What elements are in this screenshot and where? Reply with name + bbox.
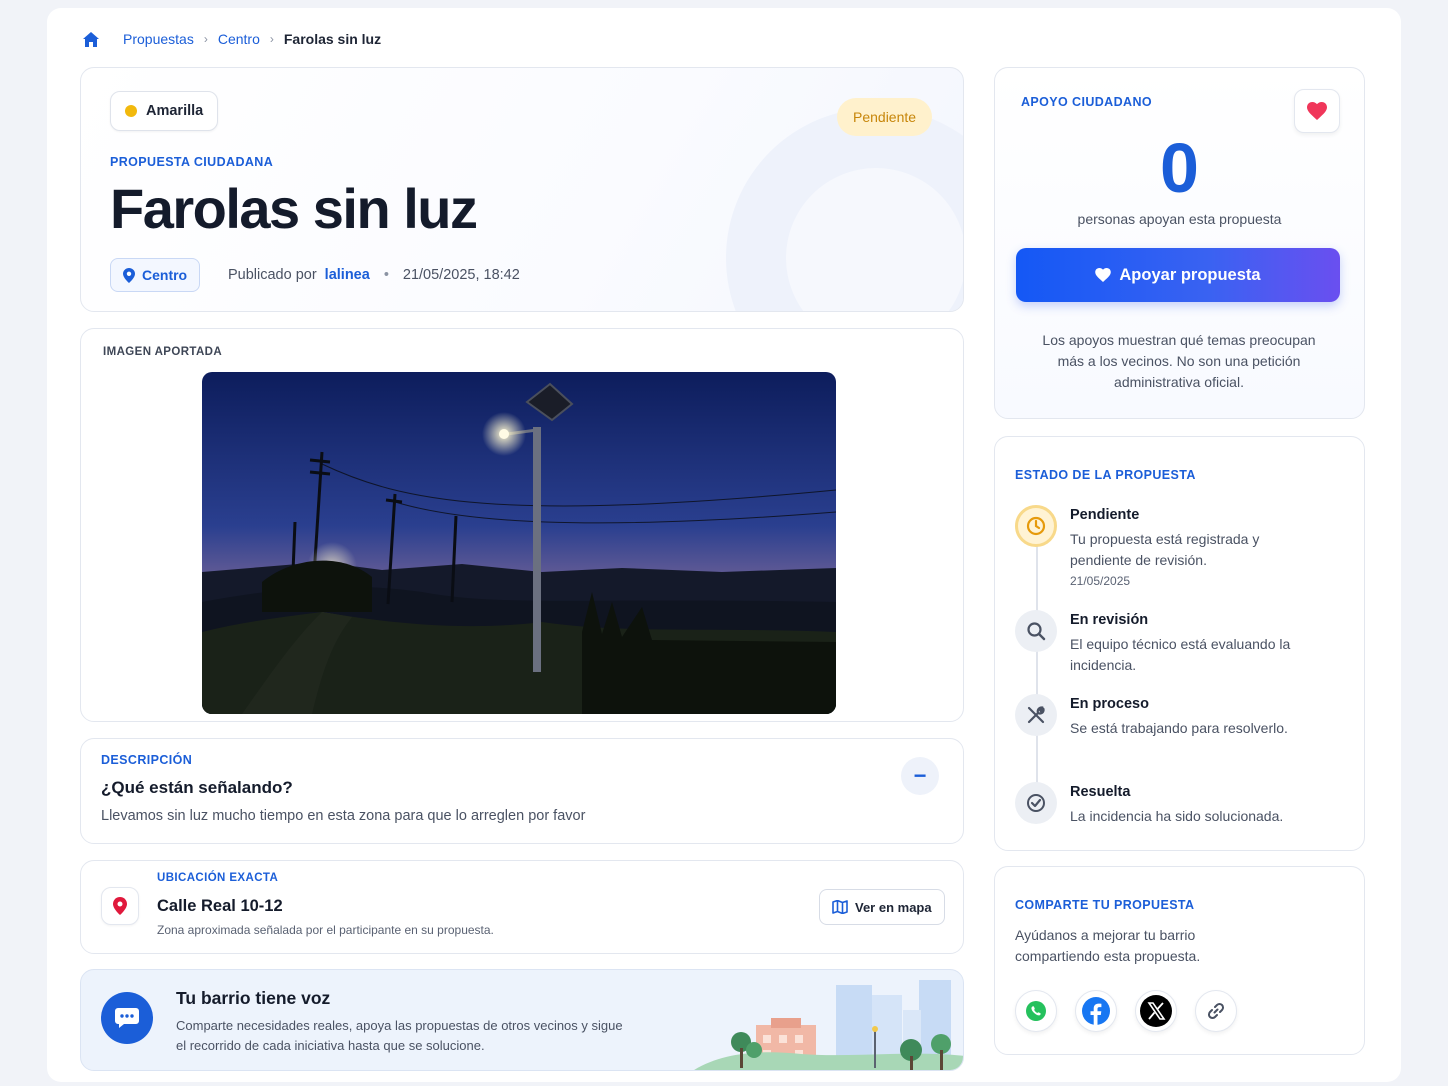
collapse-button[interactable]: − xyxy=(901,757,939,795)
step-title: Resuelta xyxy=(1070,784,1131,800)
step-title: Pendiente xyxy=(1070,507,1140,523)
location-card: UBICACIÓN EXACTA Calle Real 10-12 Zona a… xyxy=(80,860,964,954)
breadcrumb-link-propuestas[interactable]: Propuestas xyxy=(123,31,194,47)
location-pin-icon xyxy=(123,267,135,283)
category-tag: Amarilla xyxy=(110,91,219,131)
published-date: 21/05/2025, 18:42 xyxy=(402,267,520,283)
district-chip[interactable]: Centro xyxy=(110,258,201,292)
image-card: IMAGEN APORTADA xyxy=(80,328,964,722)
description-heading: ¿Qué están señalando? xyxy=(101,778,293,797)
home-icon[interactable] xyxy=(83,31,99,47)
support-count: 0 xyxy=(1160,129,1199,207)
chevron-right-icon: › xyxy=(203,32,208,46)
description-text: Llevamos sin luz mucho tiempo en esta zo… xyxy=(101,808,586,824)
support-button-label: Apoyar propuesta xyxy=(1119,265,1261,284)
page: Propuestas › Centro › Farolas sin luz Am… xyxy=(47,8,1401,1082)
location-eyebrow: UBICACIÓN EXACTA xyxy=(157,872,279,884)
proposal-header-card: Amarilla Pendiente PROPUESTA CIUDADANA F… xyxy=(80,67,964,312)
chat-icon xyxy=(101,992,153,1044)
search-icon xyxy=(1015,610,1057,652)
proposal-photo[interactable] xyxy=(202,372,836,714)
heart-icon xyxy=(1095,268,1112,282)
author-link[interactable]: lalinea xyxy=(325,267,370,283)
status-card: ESTADO DE LA PROPUESTA Pendiente Tu prop… xyxy=(994,436,1365,851)
step-title: En revisión xyxy=(1070,612,1149,628)
support-card: APOYO CIUDADANO 0 personas apoyan esta p… xyxy=(994,67,1365,419)
step-date: 21/05/2025 xyxy=(1070,574,1131,588)
chevron-right-icon: › xyxy=(269,32,274,46)
share-card: COMPARTE TU PROPUESTA Ayúdanos a mejorar… xyxy=(994,866,1365,1055)
x-icon[interactable] xyxy=(1135,990,1177,1032)
support-button[interactable]: Apoyar propuesta xyxy=(1016,248,1340,302)
status-eyebrow: ESTADO DE LA PROPUESTA xyxy=(1015,468,1196,482)
publication-meta: Publicado por lalinea • 21/05/2025, 18:4… xyxy=(228,267,520,283)
published-prefix: Publicado por xyxy=(228,267,317,283)
location-address: Calle Real 10-12 xyxy=(157,897,283,915)
meta-separator: • xyxy=(383,267,389,283)
share-eyebrow: COMPARTE TU PROPUESTA xyxy=(1015,898,1195,912)
breadcrumb-link-centro[interactable]: Centro xyxy=(218,31,260,47)
whatsapp-icon[interactable] xyxy=(1015,990,1057,1032)
description-eyebrow: DESCRIPCIÓN xyxy=(101,753,193,767)
support-count-label: personas apoyan esta propuesta xyxy=(1077,211,1282,227)
map-icon xyxy=(832,900,848,914)
step-title: En proceso xyxy=(1070,696,1149,712)
heart-icon[interactable] xyxy=(1294,89,1340,133)
proposal-eyebrow: PROPUESTA CIUDADANA xyxy=(110,155,274,169)
share-text: Ayúdanos a mejorar tu barrio compartiend… xyxy=(1015,927,1201,964)
banner-title: Tu barrio tiene voz xyxy=(176,988,331,1008)
city-illustration xyxy=(694,980,963,1070)
banner-text: Comparte necesidades reales, apoya las p… xyxy=(176,1018,623,1053)
community-banner: Tu barrio tiene voz Comparte necesidades… xyxy=(80,969,964,1071)
category-label: Amarilla xyxy=(146,103,204,119)
location-note: Zona aproximada señalada por el particip… xyxy=(157,923,494,937)
page-title: Farolas sin luz xyxy=(110,177,478,240)
district-label: Centro xyxy=(142,267,188,283)
image-eyebrow: IMAGEN APORTADA xyxy=(103,346,223,358)
step-desc: Tu propuesta está registrada y pendiente… xyxy=(1070,531,1260,568)
breadcrumb-current: Farolas sin luz xyxy=(283,31,382,47)
timeline-line xyxy=(1036,532,1038,802)
step-desc: El equipo técnico está evaluando la inci… xyxy=(1070,636,1291,673)
step-desc: La incidencia ha sido solucionada. xyxy=(1070,808,1284,824)
support-eyebrow: APOYO CIUDADANO xyxy=(1021,95,1153,109)
clock-icon xyxy=(1015,505,1057,547)
facebook-icon[interactable] xyxy=(1075,990,1117,1032)
support-note: Los apoyos muestran qué temas preocupan … xyxy=(1042,332,1316,390)
status-badge: Pendiente xyxy=(837,98,933,136)
link-icon[interactable] xyxy=(1195,990,1237,1032)
map-pin-icon xyxy=(101,887,139,925)
description-card: DESCRIPCIÓN ¿Qué están señalando? Llevam… xyxy=(80,738,964,844)
tools-icon xyxy=(1015,694,1057,736)
yellow-dot-icon xyxy=(125,105,137,117)
step-desc: Se está trabajando para resolverlo. xyxy=(1070,720,1288,736)
breadcrumb: Propuestas › Centro › Farolas sin luz xyxy=(83,30,381,48)
view-map-button[interactable]: Ver en mapa xyxy=(819,889,945,925)
check-circle-icon xyxy=(1015,782,1057,824)
view-map-label: Ver en mapa xyxy=(855,899,932,915)
